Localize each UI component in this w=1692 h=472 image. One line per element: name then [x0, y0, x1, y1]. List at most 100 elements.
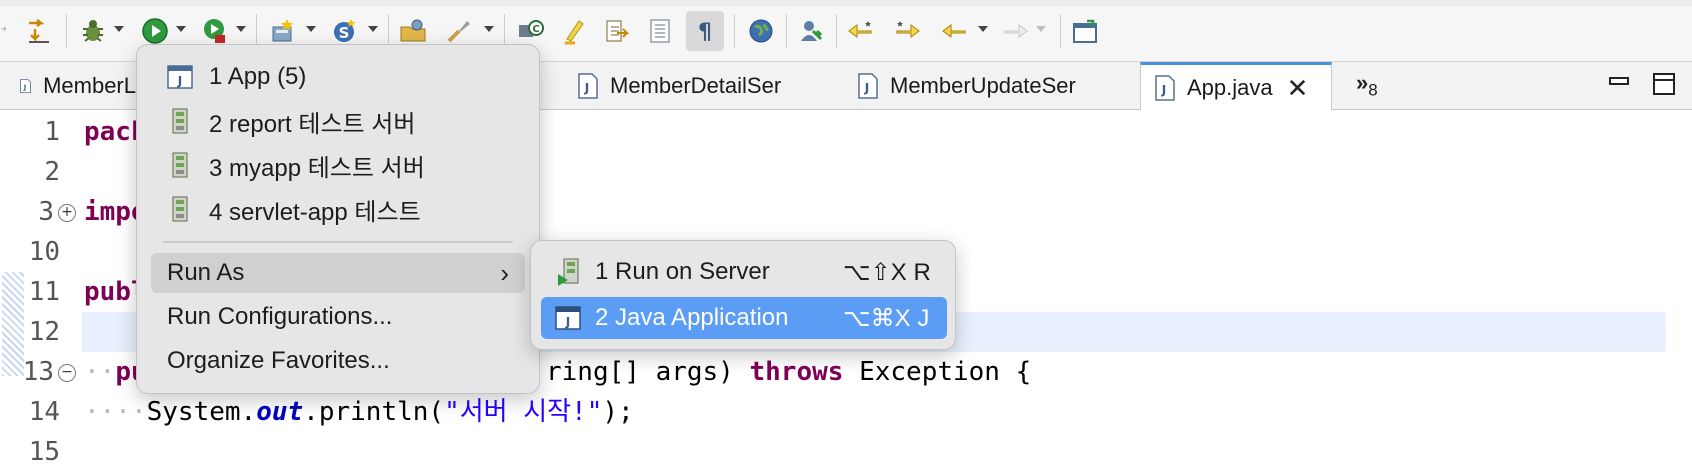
show-whitespace-icon[interactable] [646, 16, 676, 46]
menu-item-label: 1 Run on Server [595, 258, 770, 285]
favorite-item-app[interactable]: J 1 App (5) [151, 57, 525, 97]
code-text: ring[] args) [546, 357, 750, 387]
menu-item-label: Organize Favorites... [167, 347, 390, 374]
toolbar-separator [388, 14, 389, 48]
search-dropdown-caret[interactable] [484, 26, 494, 32]
svg-text:S: S [339, 24, 350, 42]
java-application-item[interactable]: J 2 Java Application ⌥⌘X J [541, 297, 947, 339]
svg-text:J: J [177, 74, 182, 88]
open-perspective-icon[interactable] [1070, 16, 1100, 46]
globe-icon[interactable] [746, 16, 776, 46]
svg-text:J: J [1161, 83, 1166, 97]
svg-text:J: J [864, 81, 869, 95]
java-file-icon: J [1155, 75, 1175, 101]
tab-member-detail[interactable]: J MemberDetailSer [578, 62, 818, 110]
menu-separator [163, 241, 513, 243]
new-server-dropdown-caret[interactable] [306, 26, 316, 32]
close-icon[interactable]: ✕ [1287, 75, 1309, 101]
tab-label: MemberL [43, 73, 136, 98]
run-as-menu-item[interactable]: Run As › [151, 253, 525, 293]
java-app-icon: J [167, 63, 193, 91]
favorite-item-servlet-app[interactable]: 4 servlet-app 테스트 [151, 189, 525, 229]
next-edit-location-icon[interactable] [892, 16, 922, 46]
tab-overflow-button[interactable]: »8 [1356, 70, 1378, 100]
open-type-icon[interactable] [398, 16, 428, 46]
svg-text:J: J [584, 81, 589, 95]
forward-dropdown-caret[interactable] [1036, 26, 1046, 32]
search-icon[interactable] [444, 16, 474, 46]
line-number: 12 [28, 317, 60, 347]
menu-item-label: 1 App (5) [209, 63, 307, 90]
toolbar-separator [1060, 14, 1061, 48]
line-number: 1 [44, 117, 60, 147]
line-number: 2 [44, 157, 60, 187]
whitespace-dots: ·· [84, 357, 116, 387]
back-icon[interactable] [940, 16, 970, 46]
new-java-package-icon[interactable]: S [330, 16, 360, 46]
tab-label: MemberUpdateSer [890, 73, 1076, 98]
code-text: .println( [303, 397, 445, 427]
toolbar-separator [66, 14, 67, 48]
tab-label: MemberDetailSer [610, 73, 782, 98]
open-console-icon[interactable]: C [516, 16, 546, 46]
toggle-block-icon[interactable] [602, 16, 632, 46]
java-file-icon: J [20, 78, 31, 94]
run-on-server-item[interactable]: 1 Run on Server ⌥⇧X R [541, 251, 947, 293]
run-dropdown-caret[interactable] [176, 26, 186, 32]
menu-item-label: 4 servlet-app 테스트 [209, 198, 421, 226]
show-paragraph-marks-icon[interactable]: ¶ [686, 11, 724, 51]
favorite-item-report-server[interactable]: 2 report 테스트 서버 [151, 101, 525, 141]
toolbar-separator [836, 14, 837, 48]
run-dropdown-menu: J 1 App (5) 2 report 테스트 서버 3 myapp 테스트 … [136, 44, 540, 394]
java-file-icon: J [578, 73, 598, 99]
svg-text:¶: ¶ [698, 20, 712, 45]
pin-editor-icon[interactable] [796, 16, 826, 46]
code-keyword: throws [749, 357, 844, 387]
expand-fold-icon[interactable]: + [58, 204, 76, 222]
line-number: 13 [22, 357, 54, 387]
back-dropdown-caret[interactable] [978, 26, 988, 32]
next-annotation-icon[interactable] [24, 16, 54, 46]
forward-icon[interactable] [1000, 16, 1030, 46]
menu-item-label: 2 Java Application [595, 304, 789, 331]
whitespace-dots: ···· [84, 397, 147, 427]
tab-app-java[interactable]: J App.java ✕ [1140, 62, 1332, 111]
tab-member-list[interactable]: J MemberL [16, 62, 136, 110]
run-icon[interactable] [140, 16, 170, 46]
code-line[interactable]: 14 ····System.out.println("서버 시작!"); [0, 392, 1692, 432]
new-java-dropdown-caret[interactable] [368, 26, 378, 32]
coverage-dropdown-caret[interactable] [236, 26, 246, 32]
java-app-icon: J [555, 304, 581, 332]
debug-icon[interactable] [78, 16, 108, 46]
highlight-icon[interactable] [560, 16, 590, 46]
run-as-submenu: 1 Run on Server ⌥⇧X R J 2 Java Applicati… [530, 240, 956, 350]
svg-text:J: J [23, 83, 26, 91]
toolbar-separator [256, 14, 257, 48]
svg-text:J: J [565, 315, 570, 329]
coverage-icon[interactable] [200, 16, 230, 46]
run-configurations-menu-item[interactable]: Run Configurations... [151, 297, 525, 337]
favorite-item-myapp-server[interactable]: 3 myapp 테스트 서버 [151, 145, 525, 185]
code-line[interactable]: 15 [0, 432, 1692, 472]
java-file-icon: J [858, 73, 878, 99]
tab-member-update[interactable]: J MemberUpdateSer [858, 62, 1098, 110]
minimize-icon[interactable] [1608, 72, 1630, 99]
line-number: 3 [38, 197, 54, 227]
line-number: 11 [28, 277, 60, 307]
line-number: 10 [28, 237, 60, 267]
debug-dropdown-caret[interactable] [114, 26, 124, 32]
menu-item-shortcut: ⌥⌘X J [843, 304, 930, 332]
partial-toolbar-icon[interactable] [0, 16, 16, 46]
collapse-fold-icon[interactable]: − [58, 364, 76, 382]
overflow-chevron-icon: » [1356, 70, 1369, 95]
code-text: System. [146, 397, 257, 427]
menu-item-label: 3 myapp 테스트 서버 [209, 154, 425, 182]
maximize-icon[interactable] [1652, 72, 1676, 101]
organize-favorites-menu-item[interactable]: Organize Favorites... [151, 341, 525, 381]
code-text: Exception { [843, 357, 1032, 387]
menu-item-label: Run As [167, 259, 245, 286]
last-edit-location-icon[interactable] [846, 16, 876, 46]
server-icon [167, 107, 193, 135]
code-field: out [256, 397, 304, 427]
new-server-icon[interactable] [268, 16, 298, 46]
